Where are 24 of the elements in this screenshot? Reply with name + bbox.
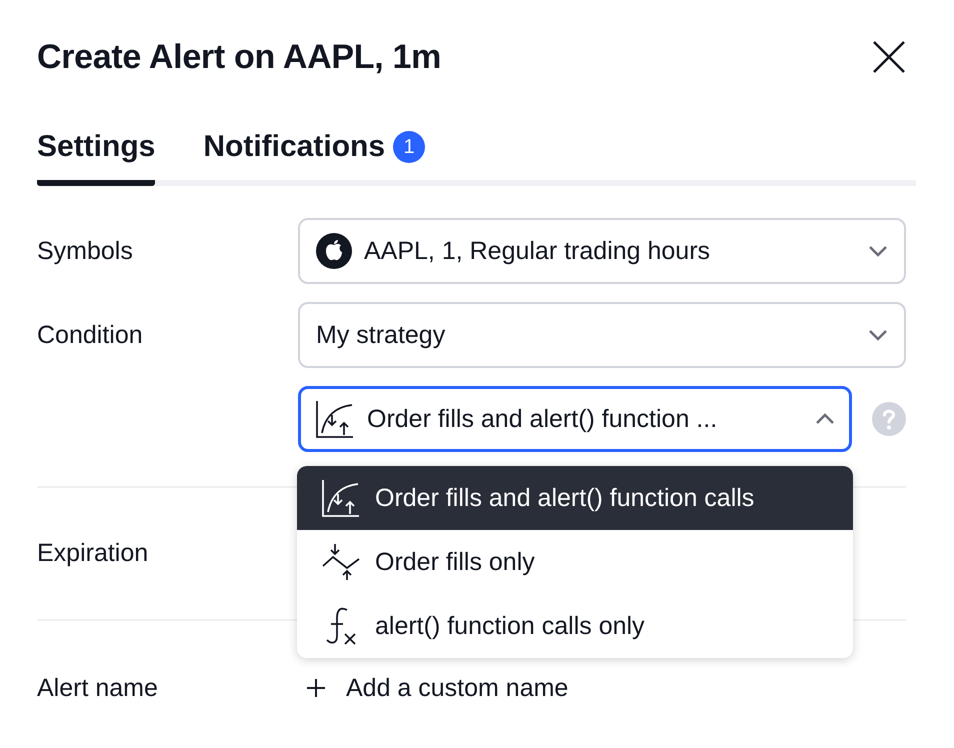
symbol-select[interactable]: AAPL, 1, Regular trading hours (298, 218, 906, 284)
field-label: Condition (37, 320, 144, 350)
menu-item[interactable]: Order fills only (297, 530, 853, 594)
chart-curve-icon (321, 478, 361, 518)
tab[interactable]: Settings (37, 114, 156, 186)
field-label: Expiration (37, 539, 150, 568)
chevron-up-icon (815, 413, 835, 425)
chevron-down-icon (868, 245, 888, 257)
plus-icon (306, 678, 326, 698)
dialog-title: Create Alert on AAPL, 1m (37, 38, 442, 76)
close-icon[interactable] (872, 40, 906, 74)
field-label: Alert name (37, 674, 159, 702)
apple-icon (316, 233, 352, 269)
menu-item[interactable]: alert() function calls only (297, 594, 853, 658)
trigger-select[interactable]: Order fills and alert() function ... (298, 386, 852, 452)
condition-select[interactable]: My strategy (298, 302, 906, 368)
count-badge: 1 (393, 131, 426, 163)
add-name-button[interactable]: Add a custom name (298, 674, 906, 702)
menu-item[interactable]: Order fills and alert() function calls (297, 466, 853, 530)
chart-curve-icon (315, 399, 355, 439)
wave-arrows-icon (321, 542, 361, 582)
tab[interactable]: Notifications 1 (203, 114, 426, 186)
field-label: Symbols (37, 236, 134, 266)
chevron-down-icon (868, 329, 888, 341)
